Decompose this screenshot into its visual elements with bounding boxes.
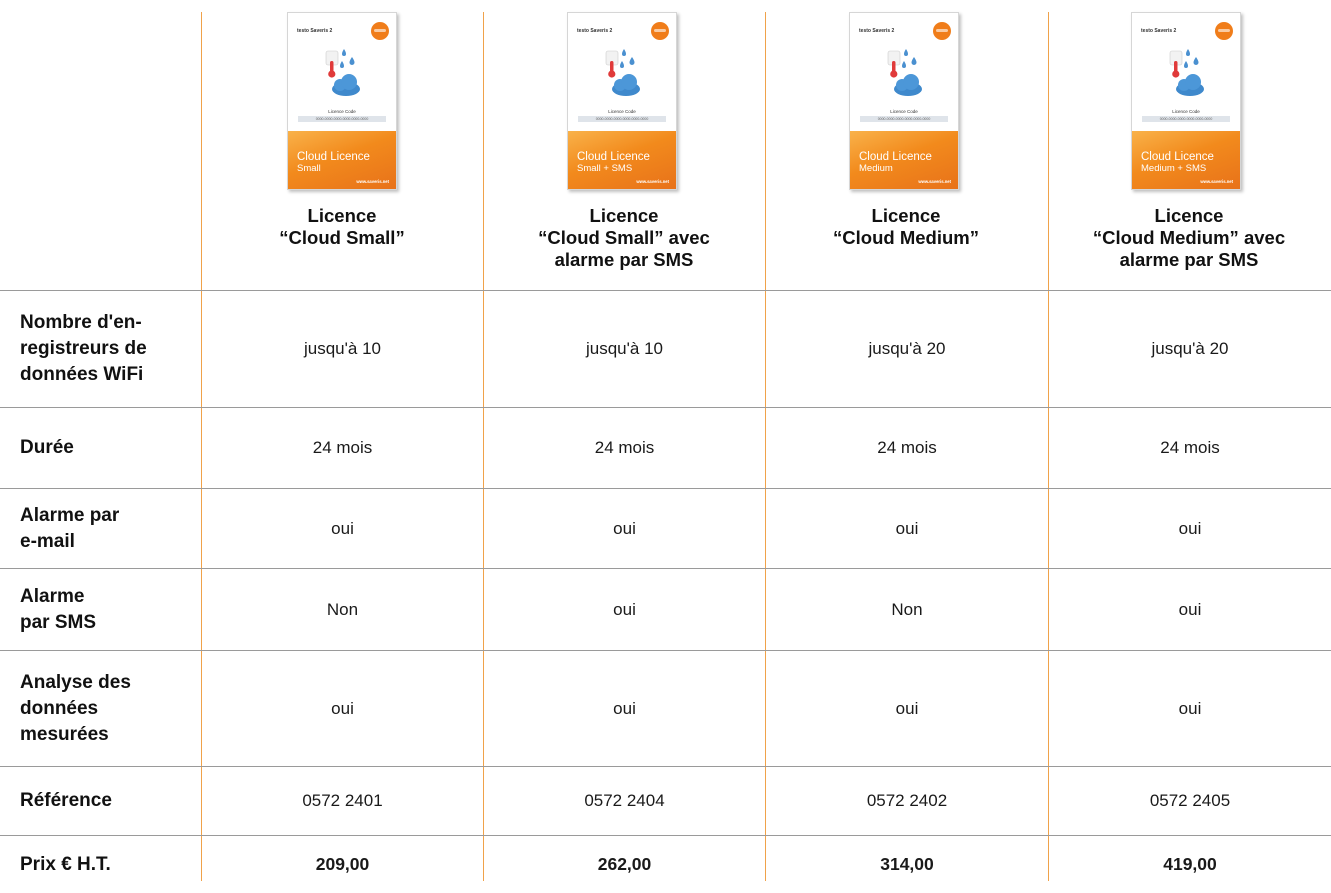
product-box-image: testo Saveris 2 Licence Code 0000-0000-0…	[567, 12, 677, 190]
table-cell: 262,00	[597, 854, 652, 874]
licence-code-label: Licence Code	[890, 109, 918, 114]
row-label-line: données WiFi	[20, 364, 144, 385]
table-cell: oui	[1178, 599, 1202, 619]
table-cell: jusqu'à 20	[868, 339, 946, 358]
table-cell: 24 mois	[1160, 438, 1220, 457]
table-cell: oui	[1178, 698, 1202, 718]
table-cell: oui	[331, 698, 354, 718]
licence-code-value: 0000-0000-0000-0000-0000-0000	[578, 116, 666, 122]
box-url: www.saveris.net	[356, 179, 389, 184]
row-label-line: Référence	[20, 790, 112, 811]
row-label-loggers: Nombre d'en- registreurs de données WiFi	[20, 291, 195, 407]
table-cell: oui	[613, 518, 636, 538]
row-label-sms-alarm: Alarme par SMS	[20, 569, 195, 650]
box-brand: testo Saveris 2	[859, 28, 895, 34]
product-title: Licence “Cloud Medium”	[765, 205, 1047, 249]
box-brand: testo Saveris 2	[297, 28, 333, 34]
table-cell: oui	[895, 518, 919, 538]
table-cell: 209,00	[315, 854, 370, 874]
band-title: Cloud Licence	[297, 151, 370, 163]
band-subtitle: Small + SMS	[577, 163, 633, 174]
row-label-line: Alarme par	[20, 504, 120, 526]
testo-logo-icon	[933, 22, 951, 40]
row-label-line: Nombre d'en-	[20, 312, 142, 333]
product-title-line: alarme par SMS	[1119, 249, 1259, 270]
band-subtitle: Medium	[859, 163, 893, 174]
table-cell: 24 mois	[312, 438, 373, 457]
table-cell: 24 mois	[877, 438, 937, 457]
band-subtitle: Medium + SMS	[1141, 163, 1207, 174]
product-title-line: “Cloud Small” avec	[538, 227, 710, 248]
table-cell: jusqu'à 20	[1151, 339, 1229, 358]
row-label-duration: Durée	[20, 408, 195, 488]
licence-code-label: Licence Code	[608, 109, 636, 114]
box-url: www.saveris.net	[918, 179, 951, 184]
band-subtitle: Small	[297, 163, 321, 174]
licence-code-value: 0000-0000-0000-0000-0000-0000	[1142, 116, 1230, 122]
product-title-line: Licence	[1154, 205, 1224, 226]
table-cell: Non	[326, 599, 359, 619]
testo-logo-icon	[371, 22, 389, 40]
licence-code-value: 0000-0000-0000-0000-0000-0000	[860, 116, 948, 122]
table-cell: Non	[891, 599, 923, 619]
row-label-line: Analyse des	[20, 671, 131, 693]
product-box-image: testo Saveris 2 Licence Code 0000-0000-0…	[1131, 12, 1241, 190]
table-cell: 0572 2405	[1149, 791, 1231, 810]
band-title: Cloud Licence	[859, 151, 932, 163]
row-label-line: Alarme	[20, 585, 85, 607]
row-label-reference: Référence	[20, 767, 195, 835]
row-label-line: mesurées	[20, 723, 109, 745]
thermometer-cloud-icon	[1169, 49, 1204, 96]
licence-code-label: Licence Code	[1172, 109, 1200, 114]
box-brand: testo Saveris 2	[577, 28, 613, 34]
product-title-line: alarme par SMS	[554, 249, 694, 270]
product-title-line: Licence	[589, 205, 659, 226]
product-title-line: Licence	[307, 205, 377, 226]
product-title-line: Licence	[871, 205, 941, 226]
table-cell: oui	[613, 698, 636, 718]
table-cell: jusqu'à 10	[304, 339, 381, 358]
row-label-line: Durée	[20, 437, 74, 458]
row-label-line: registreurs de	[20, 338, 147, 359]
thermometer-cloud-icon	[887, 49, 922, 96]
table-cell: 314,00	[880, 854, 934, 874]
table-cell: 24 mois	[594, 438, 655, 457]
product-box-image: testo Saveris 2 Licence Code 0000-0000-0…	[287, 12, 397, 190]
testo-logo-icon	[1215, 22, 1233, 40]
row-label-analysis: Analyse des données mesurées	[20, 651, 195, 766]
thermometer-cloud-icon	[325, 49, 360, 96]
box-brand: testo Saveris 2	[1141, 28, 1177, 34]
product-title: Licence “Cloud Small” avec alarme par SM…	[483, 205, 765, 271]
table-cell: 0572 2404	[584, 791, 665, 810]
thermometer-cloud-icon	[605, 49, 640, 96]
licence-code-label: Licence Code	[328, 109, 356, 114]
product-title: Licence “Cloud Small”	[201, 205, 483, 249]
table-cell: oui	[895, 698, 919, 718]
testo-logo-icon	[651, 22, 669, 40]
table-cell: oui	[1178, 518, 1202, 538]
box-url: www.saveris.net	[636, 179, 669, 184]
product-title-line: “Cloud Medium” avec	[1092, 227, 1286, 248]
licence-code-value: 0000-0000-0000-0000-0000-0000	[298, 116, 386, 122]
licence-comparison-table: testo Saveris 2 Licence Code 0000-0000-0…	[0, 0, 1331, 893]
product-title-line: “Cloud Medium”	[833, 227, 979, 248]
table-cell: oui	[613, 599, 636, 619]
product-title: Licence “Cloud Medium” avec alarme par S…	[1048, 205, 1330, 271]
band-title: Cloud Licence	[577, 151, 650, 163]
row-label-line: données	[20, 697, 99, 719]
row-label-email-alarm: Alarme par e-mail	[20, 489, 195, 568]
band-title: Cloud Licence	[1141, 151, 1214, 163]
table-cell: 0572 2402	[866, 791, 948, 810]
row-label-line: Prix € H.T.	[20, 853, 111, 875]
table-cell: jusqu'à 10	[586, 339, 663, 358]
row-label-price: Prix € H.T.	[20, 836, 195, 893]
table-cell: 419,00	[1163, 854, 1217, 874]
table-cell: oui	[331, 518, 354, 538]
table-cell: 0572 2401	[302, 791, 383, 810]
box-url: www.saveris.net	[1200, 179, 1233, 184]
row-label-line: par SMS	[20, 611, 97, 633]
product-title-line: “Cloud Small”	[279, 227, 405, 248]
product-box-image: testo Saveris 2 Licence Code 0000-0000-0…	[849, 12, 959, 190]
row-label-line: e-mail	[20, 530, 75, 552]
